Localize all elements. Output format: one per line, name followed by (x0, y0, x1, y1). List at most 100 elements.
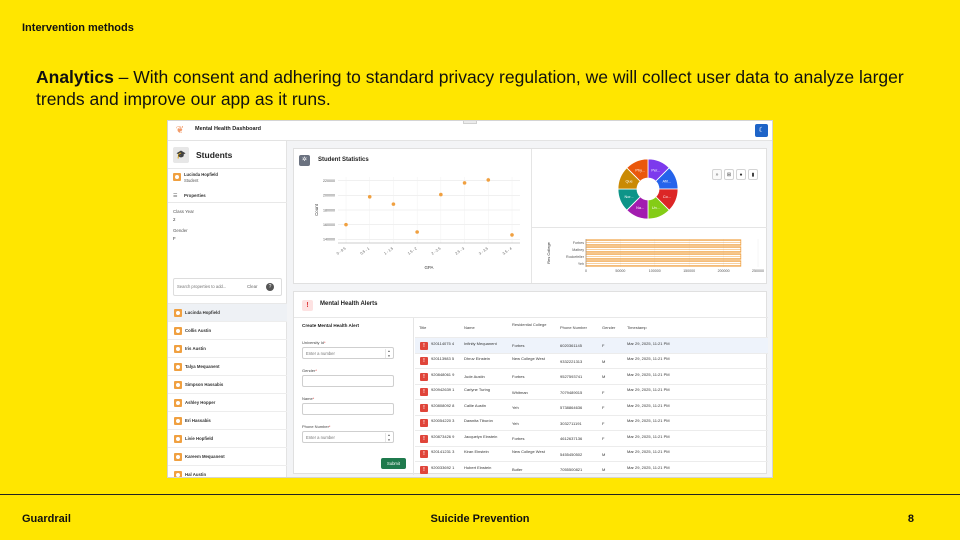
y-axis-label: Count (314, 203, 319, 215)
list-icon: ☰ (173, 193, 178, 199)
table-row[interactable]: ! 920114075 4 Infinity Mequanent Forbes 6020… (415, 338, 768, 354)
theme-toggle-button[interactable]: ☾ (755, 124, 768, 137)
properties-label: Properties (184, 193, 206, 198)
user-avatar-icon (173, 173, 181, 181)
pie-slice-label: Afri... (663, 179, 672, 183)
properties-header[interactable]: ☰ Properties (173, 192, 283, 201)
class-year-value: 2 (173, 217, 176, 222)
x-tick-label: 150000 (683, 269, 695, 273)
pie-slice-label: Que (625, 179, 632, 183)
student-list-item[interactable]: Lucinda Hopfield (168, 304, 287, 322)
table-cell: New College West (512, 356, 545, 361)
table-row[interactable]: ! 920848061 9 Jude Austin Forbes 9527593741 M… (415, 369, 768, 385)
column-header[interactable]: Name (464, 325, 510, 330)
table-cell: Infinity Mequanent (464, 340, 497, 346)
table-row[interactable]: ! 920141231 3 Kiran Einstein New College We… (415, 447, 768, 462)
student-statistics-card: ✲ Student Statistics 220000 200000 180000 1… (293, 148, 767, 284)
gender-input[interactable] (306, 379, 376, 384)
student-name: Lucinda Hopfield (185, 310, 220, 315)
table-cell: 4612637136 (560, 436, 583, 441)
column-header[interactable]: Phone Number (560, 325, 600, 330)
clear-button[interactable]: Clear (247, 284, 258, 289)
table-row[interactable]: ! 920113983 5 Dhruv Einstein New College We… (415, 354, 768, 369)
scatter-point[interactable] (391, 202, 396, 206)
name-input[interactable] (306, 407, 376, 412)
table-header-row: Title Name Residential College Phone Number… (415, 318, 768, 338)
property-search: Clear ? (173, 278, 282, 296)
chevron-right-icon[interactable]: » (712, 169, 722, 180)
x-tick-label: 100000 (649, 269, 661, 273)
selected-student[interactable]: Lucinda Hopfield Student (173, 172, 283, 190)
footer-topic: Suicide Prevention (430, 513, 530, 525)
table-row[interactable]: ! 920808092 8 Callie Austin Yeh 5738864636 F M… (415, 400, 768, 416)
phone-input[interactable] (306, 435, 376, 440)
lead-paragraph: Analytics – With consent and adhering to… (36, 66, 916, 110)
table-cell: Mar 29, 2025, 11:21 PM (627, 371, 670, 377)
sidebar-title: Students (196, 150, 233, 160)
table-cell: M (602, 374, 606, 379)
student-list-item[interactable]: Ashley Hopper (168, 394, 287, 412)
phone-field-label: Phone Number* (302, 424, 330, 429)
student-list-item[interactable]: Iris Austin (168, 340, 287, 358)
student-name: Talya Mequanent (185, 364, 220, 369)
column-header[interactable]: Residential College (512, 322, 556, 327)
student-list-item[interactable]: Collis Austin (168, 322, 287, 340)
info-icon[interactable]: ● (736, 169, 746, 180)
student-list-item[interactable]: Eri Hassabis (168, 412, 287, 430)
column-header[interactable]: Title (419, 325, 459, 330)
user-avatar-icon (174, 345, 182, 353)
x-tick-label: 3.5 - 4 (502, 247, 513, 256)
column-header[interactable]: Timestamp (627, 325, 675, 330)
alert-badge-icon: ! (420, 434, 428, 443)
table-row[interactable]: ! 920033692 1 Hubert Einstein Butler 7055500… (415, 462, 768, 477)
pie-slice-label: Nor... (625, 195, 634, 199)
table-cell: M (602, 467, 606, 472)
user-avatar-icon (174, 327, 182, 335)
grid-icon[interactable]: ⊞ (724, 169, 734, 180)
help-icon[interactable]: ? (266, 283, 274, 291)
gender-label: Gender (173, 228, 188, 233)
submit-button[interactable]: Submit (381, 458, 406, 469)
y-tick-label: Rockefeller (566, 255, 585, 259)
table-cell: 920054220 3 (431, 418, 455, 423)
property-search-input[interactable] (177, 284, 241, 289)
phone-stepper[interactable]: ▲ ▼ (385, 433, 392, 442)
divider (531, 227, 767, 228)
column-header[interactable]: Gender (602, 325, 624, 330)
scatter-point[interactable] (415, 230, 419, 234)
student-list-item[interactable]: Simpson Hassabis (168, 376, 287, 394)
lead-text: – With consent and adhering to standard … (36, 67, 904, 109)
student-name: Eri Hassabis (185, 418, 211, 423)
table-cell: 920033692 1 (431, 464, 455, 470)
scatter-point[interactable] (462, 181, 467, 185)
scatter-point[interactable] (344, 222, 348, 227)
table-cell: Butler (512, 467, 523, 472)
student-list-item[interactable]: Hal Austin (168, 466, 287, 477)
student-list-item[interactable]: Kareem Mequanent (168, 448, 287, 466)
alert-badge-icon: ! (420, 419, 428, 427)
stats-title: Student Statistics (318, 157, 369, 163)
scatter-point[interactable] (486, 178, 491, 182)
table-row[interactable]: ! 920054220 3 Dawnita Tiburón Yeh 3032711191… (415, 416, 768, 431)
scatter-point[interactable] (439, 192, 443, 197)
user-avatar-icon (174, 417, 182, 425)
gender-value: F (173, 236, 176, 241)
table-row[interactable]: ! 920873426 9 Jacquelyn Einstein Forbes 4612… (415, 431, 768, 447)
student-list-item[interactable]: Livie Hopfield (168, 430, 287, 448)
footer-divider (0, 494, 960, 495)
trash-icon[interactable]: ▮ (748, 169, 758, 180)
student-name: Hal Austin (185, 472, 207, 477)
table-cell: Mar 29, 2025, 11:21 PM (627, 356, 670, 361)
student-list-item[interactable]: Talya Mequanent (168, 358, 287, 376)
university-id-label-text: University Id (302, 340, 325, 345)
collapse-handle[interactable] (463, 121, 477, 124)
table-cell: Mar 29, 2025, 11:21 PM (627, 387, 670, 392)
scatter-point[interactable] (367, 195, 372, 199)
university-id-stepper[interactable]: ▲ ▼ (385, 349, 392, 358)
table-cell: Hubert Einstein (464, 464, 492, 470)
university-id-input[interactable] (306, 351, 376, 356)
scatter-point[interactable] (510, 233, 514, 237)
user-avatar-icon (174, 435, 182, 443)
table-row[interactable]: ! 920942639 1 Carlyne Turing Whitman 7079489… (415, 385, 768, 400)
user-avatar-icon (174, 309, 182, 317)
